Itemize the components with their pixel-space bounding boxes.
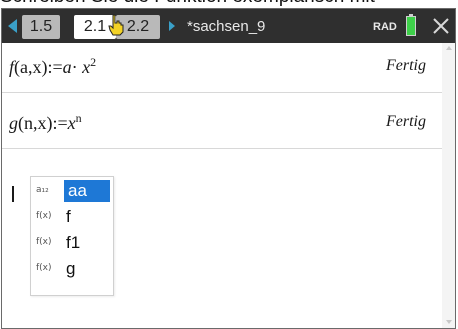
autocomplete-item-aa[interactable]: a₁₂ aa — [34, 180, 110, 202]
function-args: (n,x) — [18, 113, 53, 133]
scroll-down-icon[interactable] — [446, 320, 452, 324]
multiply-dot: · — [71, 57, 78, 77]
exponent: n — [75, 111, 82, 125]
coefficient: a — [62, 57, 72, 77]
variable: x — [82, 57, 91, 77]
document-title: *sachsen_9 — [187, 18, 266, 35]
assign-operator: := — [52, 113, 68, 133]
autocomplete-item-label: f — [66, 207, 71, 226]
autocomplete-item-label: f1 — [66, 233, 81, 252]
history-entry[interactable]: f(a,x):=a· x2 Fertig — [2, 43, 442, 93]
tab-1-5-label: 1.5 — [29, 18, 53, 35]
autocomplete-item-f1[interactable]: f(x) f1 — [34, 232, 110, 254]
result-text: Fertig — [386, 113, 426, 130]
autocomplete-item-label: g — [66, 259, 76, 278]
scroll-up-icon[interactable] — [446, 46, 452, 50]
tab-bar: 1.5 2.1 2.2 *sachsen_9 RAD — [2, 9, 455, 44]
function-icon: f(x) — [36, 211, 52, 221]
tab-2-1-label: 2.1 — [83, 18, 107, 35]
calculator-history[interactable]: f(a,x):=a· x2 Fertig g(n,x):=xn Fertig a… — [2, 43, 442, 328]
variable: x — [67, 113, 76, 133]
close-icon[interactable] — [430, 15, 452, 37]
tab-2-2-label: 2.2 — [126, 18, 150, 35]
result-text: Fertig — [386, 57, 426, 74]
autocomplete-popup: a₁₂ aa f(x) f f(x) f1 f(x) g — [30, 176, 114, 296]
exponent: 2 — [90, 55, 97, 69]
function-icon: f(x) — [36, 263, 52, 273]
tab-scroll-left-icon[interactable] — [8, 19, 17, 33]
text-cursor — [12, 186, 14, 202]
tab-1-5[interactable]: 1.5 — [22, 15, 60, 39]
autocomplete-item-f[interactable]: f(x) f — [34, 206, 110, 228]
expression: g(n,x):=xn — [9, 111, 82, 134]
calculator-window: 1.5 2.1 2.2 *sachsen_9 RAD f(a,x):=a· x2… — [1, 8, 456, 329]
caption-text: Schreiben Sie die Funktion exemplarisch … — [0, 0, 375, 8]
history-entry[interactable]: g(n,x):=xn Fertig — [2, 99, 442, 149]
function-name: g — [9, 113, 18, 133]
autocomplete-item-g[interactable]: f(x) g — [34, 258, 110, 280]
battery-icon — [406, 14, 416, 36]
function-args: (a,x) — [14, 57, 48, 77]
assign-operator: := — [47, 57, 63, 77]
expression: f(a,x):=a· x2 — [9, 55, 96, 78]
tab-scroll-right-icon[interactable] — [169, 21, 175, 31]
caption-strip: Schreiben Sie die Funktion exemplarisch … — [0, 0, 458, 8]
autocomplete-item-label: aa — [64, 180, 110, 202]
vertical-scrollbar[interactable] — [442, 43, 455, 328]
angle-mode-label: RAD — [373, 21, 397, 33]
variable-icon: a₁₂ — [36, 185, 49, 195]
hand-cursor-icon — [108, 14, 124, 36]
function-icon: f(x) — [36, 237, 52, 247]
